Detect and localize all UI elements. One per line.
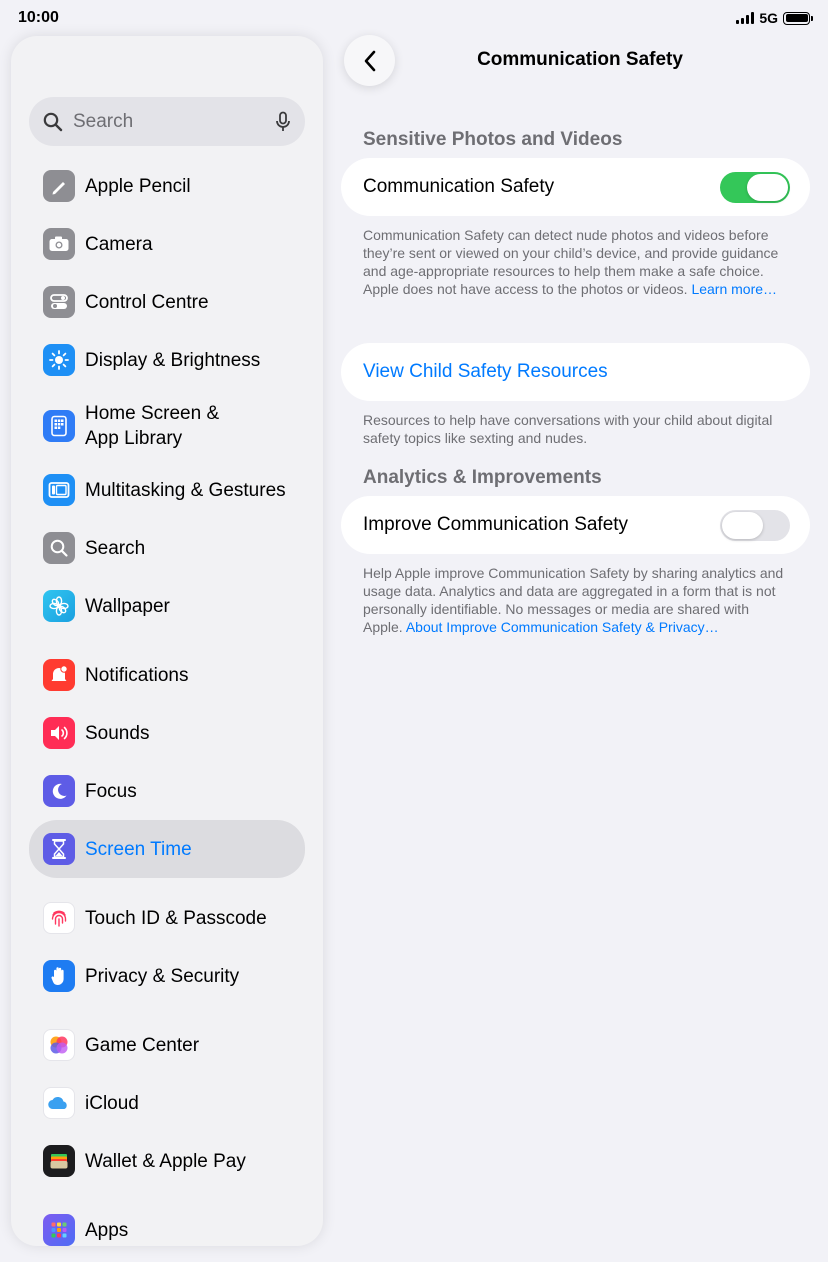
child-safety-resources-footer: Resources to help have conversations wit…: [363, 412, 773, 446]
sidebar-item-touch-id[interactable]: Touch ID & Passcode: [29, 890, 305, 946]
hand-icon: [43, 960, 75, 992]
status-time: 10:00: [18, 9, 59, 26]
search-icon: [43, 532, 75, 564]
sidebar-item-display-brightness[interactable]: Display & Brightness: [29, 332, 305, 388]
game-center-icon: [43, 1029, 75, 1061]
sidebar-item-focus[interactable]: Focus: [29, 763, 305, 819]
learn-more-link[interactable]: Learn more…: [691, 281, 777, 297]
cellular-signal-icon: [736, 12, 755, 24]
sidebar-item-label: Focus: [85, 780, 137, 802]
sidebar-item-label: Search: [85, 537, 146, 559]
sidebar-item-label: Display & Brightness: [85, 349, 261, 371]
sidebar-item-search[interactable]: Search: [29, 520, 305, 576]
sidebar-item-label: iCloud: [85, 1092, 139, 1114]
network-type: 5G: [759, 10, 778, 26]
sidebar-item-game-center[interactable]: Game Center: [29, 1017, 305, 1073]
sun-icon: [43, 344, 75, 376]
apps-grid-icon: [43, 1214, 75, 1246]
toggles-icon: [43, 286, 75, 318]
sidebar-item-label: Game Center: [85, 1034, 200, 1056]
sidebar-item-label: Touch ID & Passcode: [85, 907, 267, 929]
sidebar-item-home-screen[interactable]: Home Screen & App Library: [29, 398, 305, 454]
settings-sidebar: Search Apple Pencil Camera Control Centr…: [11, 36, 323, 1246]
camera-icon: [43, 228, 75, 260]
improve-communication-safety-row: Improve Communication Safety: [341, 496, 810, 554]
sidebar-item-label: Screen Time: [85, 838, 192, 860]
toggle-knob: [747, 174, 788, 201]
communication-safety-footer: Communication Safety can detect nude pho…: [363, 226, 791, 298]
status-indicators: 5G: [736, 10, 813, 26]
sidebar-item-multitasking[interactable]: Multitasking & Gestures: [29, 462, 305, 518]
fingerprint-icon: [43, 902, 75, 934]
sidebar-item-sounds[interactable]: Sounds: [29, 705, 305, 761]
sidebar-item-label: Home Screen &: [85, 403, 220, 424]
improve-communication-safety-footer: Help Apple improve Communication Safety …: [363, 564, 791, 636]
section-header-analytics: Analytics & Improvements: [363, 467, 602, 488]
view-child-safety-resources-button[interactable]: View Child Safety Resources: [341, 343, 810, 401]
sidebar-item-label: Multitasking & Gestures: [85, 479, 286, 501]
sidebar-item-label-line2: App Library: [85, 428, 183, 449]
sidebar-item-label: Wallpaper: [85, 595, 170, 617]
sidebar-item-apps[interactable]: Apps: [29, 1202, 305, 1246]
toggle-knob: [722, 512, 763, 539]
moon-icon: [43, 775, 75, 807]
sidebar-item-wallet[interactable]: Wallet & Apple Pay: [29, 1133, 305, 1189]
search-placeholder: Search: [73, 110, 134, 132]
sidebar-item-camera[interactable]: Camera: [29, 216, 305, 272]
bell-icon: [43, 659, 75, 691]
hourglass-icon: [43, 833, 75, 865]
chevron-left-icon: [364, 50, 375, 71]
sidebar-item-wallpaper[interactable]: Wallpaper: [29, 578, 305, 634]
sidebar-item-icloud[interactable]: iCloud: [29, 1075, 305, 1131]
search-icon: [43, 112, 63, 131]
view-child-safety-resources-label: View Child Safety Resources: [363, 361, 608, 382]
sidebar-item-label: Notifications: [85, 664, 189, 686]
battery-icon: [783, 11, 813, 25]
about-improve-privacy-link[interactable]: About Improve Communication Safety & Pri…: [406, 619, 719, 635]
section-header-sensitive-photos: Sensitive Photos and Videos: [363, 129, 623, 150]
back-button[interactable]: [344, 35, 395, 86]
improve-communication-safety-label: Improve Communication Safety: [363, 514, 629, 535]
microphone-icon[interactable]: [275, 111, 291, 133]
sidebar-item-control-centre[interactable]: Control Centre: [29, 274, 305, 330]
communication-safety-row: Communication Safety: [341, 158, 810, 216]
sidebar-item-screen-time[interactable]: Screen Time: [29, 820, 305, 878]
home-screen-icon: [43, 410, 75, 442]
sidebar-item-apple-pencil[interactable]: Apple Pencil: [29, 158, 305, 214]
sidebar-item-privacy-security[interactable]: Privacy & Security: [29, 948, 305, 1004]
sidebar-item-notifications[interactable]: Notifications: [29, 647, 305, 703]
page-title: Communication Safety: [477, 49, 683, 70]
status-bar: 10:00 5G: [0, 0, 828, 36]
sidebar-item-label: Control Centre: [85, 291, 209, 313]
sidebar-item-label: Privacy & Security: [85, 965, 240, 987]
pencil-icon: [43, 170, 75, 202]
multitasking-icon: [43, 474, 75, 506]
improve-communication-safety-toggle[interactable]: [720, 510, 790, 541]
communication-safety-toggle[interactable]: [720, 172, 790, 203]
sidebar-item-label: Apps: [85, 1219, 129, 1241]
wallet-icon: [43, 1145, 75, 1177]
communication-safety-label: Communication Safety: [363, 176, 555, 197]
sidebar-item-label: Sounds: [85, 722, 150, 744]
cloud-icon: [43, 1087, 75, 1119]
search-field[interactable]: Search: [29, 97, 305, 146]
sidebar-item-label-group: Home Screen & App Library: [75, 401, 219, 451]
sidebar-item-label: Camera: [85, 233, 153, 255]
speaker-icon: [43, 717, 75, 749]
flower-icon: [43, 590, 75, 622]
sidebar-item-label: Wallet & Apple Pay: [85, 1150, 246, 1172]
sidebar-item-label: Apple Pencil: [85, 175, 191, 197]
